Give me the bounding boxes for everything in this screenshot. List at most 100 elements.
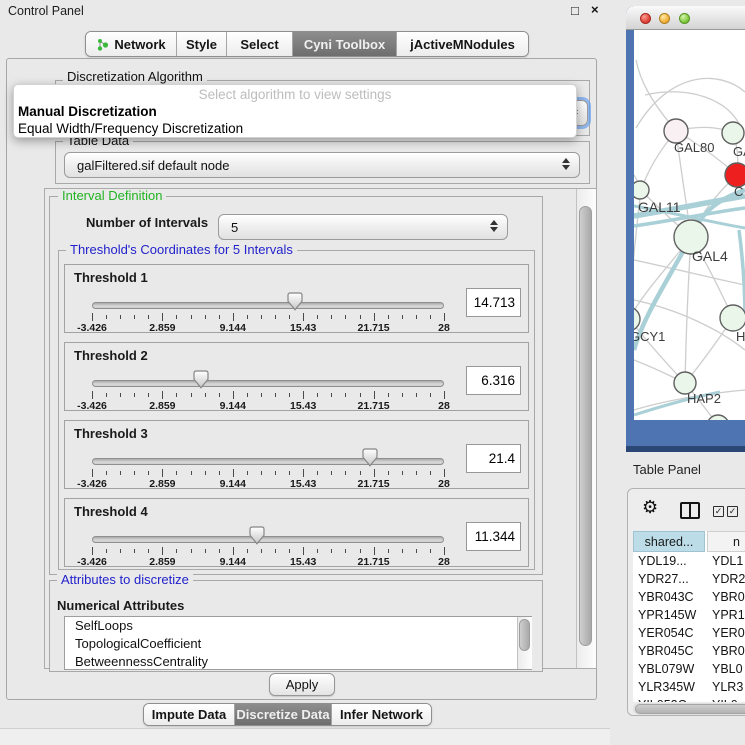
popup-hint-text: Select algorithm to view settings bbox=[14, 87, 576, 102]
table-cell[interactable]: YBL079W bbox=[638, 660, 694, 678]
float-window-button[interactable]: □ bbox=[571, 3, 579, 18]
tab-cyni-toolbox[interactable]: Cyni Toolbox bbox=[292, 32, 396, 56]
algorithm-popup-list: Select algorithm to view settings Manual… bbox=[13, 84, 577, 138]
tab-label: Select bbox=[240, 37, 278, 52]
slider-ticks bbox=[92, 469, 444, 477]
table-cell[interactable]: YBR0 bbox=[712, 642, 745, 660]
tick-label: -3.426 bbox=[77, 556, 107, 568]
vertical-scrollbar-thumb[interactable] bbox=[579, 206, 592, 646]
tab-select[interactable]: Select bbox=[226, 32, 292, 56]
apply-button[interactable]: Apply bbox=[269, 673, 335, 696]
slider-track[interactable] bbox=[92, 302, 444, 309]
table-data-combo-value: galFiltered.sif default node bbox=[77, 158, 229, 173]
table-cell[interactable]: YDL19... bbox=[638, 552, 687, 570]
slider-track[interactable] bbox=[92, 458, 444, 465]
network-node bbox=[634, 181, 649, 199]
slider-track[interactable] bbox=[92, 380, 444, 387]
node-table[interactable]: shared... n YDL19...YDL1YDR27...YDR2YBR0… bbox=[633, 531, 745, 702]
threshold-value-field[interactable]: 6.316 bbox=[466, 366, 521, 395]
gear-icon[interactable]: ⚙ bbox=[642, 497, 658, 518]
slider-handle[interactable] bbox=[287, 292, 303, 311]
minimize-traffic-light[interactable] bbox=[659, 13, 670, 24]
column-header-name[interactable]: n bbox=[707, 531, 745, 552]
table-row[interactable]: YBR043C YBR0 bbox=[633, 588, 745, 606]
table-cell[interactable]: YPR1 bbox=[712, 606, 745, 624]
node-label: GAL4 bbox=[692, 248, 728, 264]
close-window-button[interactable]: × bbox=[591, 3, 599, 17]
table-data-combobox[interactable]: galFiltered.sif default node bbox=[64, 152, 580, 178]
table-cell[interactable]: YBL0 bbox=[712, 660, 743, 678]
table-row[interactable]: YDR27... YDR2 bbox=[633, 570, 745, 588]
table-row[interactable]: YIL052C YIL0 bbox=[633, 696, 745, 702]
table-row[interactable]: YPR145W YPR1 bbox=[633, 606, 745, 624]
table-cell[interactable]: YER0 bbox=[712, 624, 745, 642]
checkbox-icon[interactable]: ✓ bbox=[727, 506, 738, 517]
tick-label: -3.426 bbox=[77, 400, 107, 412]
popup-item-equal-width-frequency[interactable]: Equal Width/Frequency Discretization bbox=[18, 121, 572, 136]
table-cell[interactable]: YLR3 bbox=[712, 678, 743, 696]
table-cell[interactable]: YIL052C bbox=[638, 696, 687, 702]
threshold-label: Threshold 3 bbox=[74, 426, 148, 441]
split-view-icon[interactable] bbox=[680, 502, 700, 519]
numerical-attributes-list[interactable]: SelfLoopsTopologicalCoefficientBetweenne… bbox=[64, 616, 532, 670]
table-cell[interactable]: YBR043C bbox=[638, 588, 694, 606]
tab-jactivemnodules[interactable]: jActiveMNodules bbox=[396, 32, 528, 56]
tab-style[interactable]: Style bbox=[176, 32, 226, 56]
slider-track[interactable] bbox=[92, 536, 444, 543]
tab-label: Infer Network bbox=[340, 707, 423, 722]
tab-network[interactable]: Network bbox=[86, 32, 176, 56]
tab-impute-data[interactable]: Impute Data bbox=[144, 704, 234, 725]
tick-label: 21.715 bbox=[358, 322, 390, 334]
table-cell[interactable]: YDR2 bbox=[712, 570, 745, 588]
threshold-value-field[interactable]: 21.4 bbox=[466, 444, 521, 473]
checkbox-icon[interactable]: ✓ bbox=[713, 506, 724, 517]
attributes-list-scrollbar-thumb[interactable] bbox=[519, 619, 530, 651]
table-cell[interactable]: YDR27... bbox=[638, 570, 689, 588]
tab-discretize-data[interactable]: Discretize Data bbox=[234, 704, 331, 725]
threshold-block-3: Threshold 3-3.4262.8599.14415.4321.71528… bbox=[64, 420, 529, 489]
table-cell[interactable]: YBR045C bbox=[638, 642, 694, 660]
bottom-tab-bar: Impute DataDiscretize Data Infer Network bbox=[143, 703, 432, 726]
slider-handle[interactable] bbox=[249, 526, 265, 545]
table-row[interactable]: YLR345W YLR3 bbox=[633, 678, 745, 696]
tick-label: 2.859 bbox=[149, 556, 175, 568]
control-panel-titlebar: Control Panel □ × bbox=[0, 0, 610, 24]
network-window-titlebar[interactable] bbox=[626, 6, 745, 30]
horizontal-scrollbar[interactable] bbox=[633, 703, 745, 715]
slider-ticks bbox=[92, 547, 444, 555]
table-cell[interactable]: YDL1 bbox=[712, 552, 743, 570]
threshold-value-field[interactable]: 14.713 bbox=[466, 288, 521, 317]
table-row[interactable]: YBR045C YBR0 bbox=[633, 642, 745, 660]
table-panel-title: Table Panel bbox=[633, 462, 701, 477]
horizontal-scrollbar-thumb[interactable] bbox=[635, 704, 745, 714]
column-header-shared-name[interactable]: shared... bbox=[633, 531, 705, 552]
network-canvas[interactable]: GAL80 GA C GAL11 GAL4 GCY1 H HAP2 bbox=[634, 30, 745, 420]
close-traffic-light[interactable] bbox=[640, 13, 651, 24]
network-node bbox=[722, 122, 744, 144]
slider-handle[interactable] bbox=[362, 448, 378, 467]
threshold-label: Threshold 4 bbox=[74, 504, 148, 519]
tab-infer-network[interactable]: Infer Network bbox=[331, 704, 431, 725]
node-label: C bbox=[734, 184, 743, 199]
tick-label: 15.43 bbox=[290, 556, 316, 568]
table-cell[interactable]: YBR0 bbox=[712, 588, 745, 606]
tick-label: 2.859 bbox=[149, 322, 175, 334]
list-item-betweennesscentrality[interactable]: BetweennessCentrality bbox=[65, 653, 531, 670]
number-of-intervals-combobox[interactable]: 5 bbox=[218, 214, 508, 240]
slider-ticks bbox=[92, 391, 444, 399]
slider-handle[interactable] bbox=[193, 370, 209, 389]
number-of-intervals-value: 5 bbox=[231, 220, 238, 235]
table-cell[interactable]: YIL0 bbox=[712, 696, 738, 702]
table-cell[interactable]: YPR145W bbox=[638, 606, 696, 624]
table-row[interactable]: YBL079W YBL0 bbox=[633, 660, 745, 678]
zoom-traffic-light[interactable] bbox=[679, 13, 690, 24]
table-row[interactable]: YDL19... YDL1 bbox=[633, 552, 745, 570]
table-cell[interactable]: YLR345W bbox=[638, 678, 695, 696]
list-item-selfloops[interactable]: SelfLoops bbox=[65, 617, 531, 635]
popup-item-manual-discretization[interactable]: Manual Discretization bbox=[18, 104, 572, 119]
table-cell[interactable]: YER054C bbox=[638, 624, 694, 642]
threshold-value-field[interactable]: 11.344 bbox=[466, 522, 521, 551]
list-item-topologicalcoefficient[interactable]: TopologicalCoefficient bbox=[65, 635, 531, 653]
table-row[interactable]: YER054C YER0 bbox=[633, 624, 745, 642]
network-node bbox=[634, 307, 640, 331]
